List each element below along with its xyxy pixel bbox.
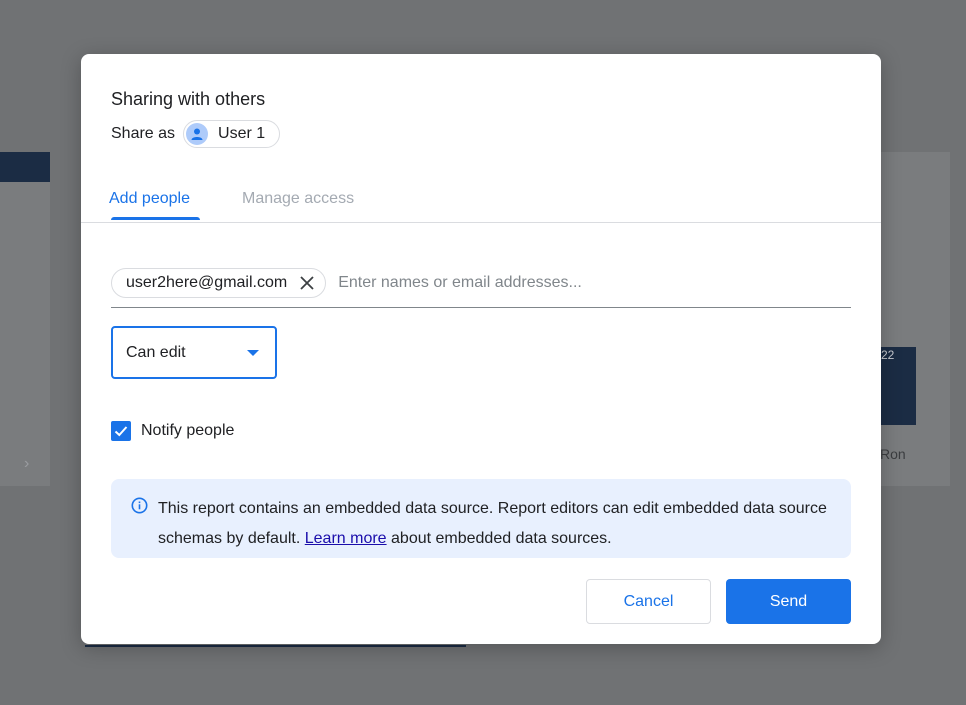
cancel-button[interactable]: Cancel — [586, 579, 711, 624]
info-text-after: about embedded data sources. — [386, 530, 612, 547]
dropdown-caret-icon — [247, 349, 259, 356]
tab-add-people[interactable]: Add people — [109, 190, 190, 208]
notify-row: Notify people — [111, 421, 234, 441]
background-axis-label: Ron — [880, 446, 906, 462]
info-banner: This report contains an embedded data so… — [111, 479, 851, 558]
tab-manage-access[interactable]: Manage access — [242, 190, 354, 208]
email-chip[interactable]: user2here@gmail.com — [111, 268, 327, 298]
share-as-user-name: User 1 — [218, 125, 266, 142]
role-dropdown-value: Can edit — [126, 343, 186, 361]
tab-bar: Add people Manage access — [81, 182, 881, 223]
learn-more-link[interactable]: Learn more — [305, 530, 387, 547]
notify-label: Notify people — [141, 422, 235, 439]
notify-checkbox[interactable] — [111, 421, 131, 441]
dialog-title: Sharing with others — [111, 89, 266, 109]
role-dropdown[interactable]: Can edit — [111, 326, 277, 379]
background-left-panel — [0, 152, 50, 486]
remove-chip-close-icon[interactable] — [297, 273, 317, 293]
send-button[interactable]: Send — [726, 579, 851, 624]
chevron-right-icon: › — [24, 455, 30, 472]
background-selection-line — [85, 645, 466, 647]
email-chip-label: user2here@gmail.com — [126, 274, 288, 291]
active-tab-indicator — [111, 217, 200, 220]
share-as-row: Share as User 1 — [111, 120, 281, 148]
info-icon — [131, 495, 148, 525]
background-left-header — [0, 152, 50, 182]
background-right-panel — [880, 152, 950, 486]
people-field: user2here@gmail.com — [111, 267, 851, 308]
background-bar-label: 22 — [881, 348, 895, 362]
user-avatar-icon — [186, 123, 209, 145]
people-input[interactable] — [336, 273, 721, 293]
share-as-label: Share as — [111, 125, 176, 142]
share-dialog: Sharing with others Share as User 1 Add … — [81, 54, 881, 644]
share-as-user-chip[interactable]: User 1 — [183, 120, 281, 148]
